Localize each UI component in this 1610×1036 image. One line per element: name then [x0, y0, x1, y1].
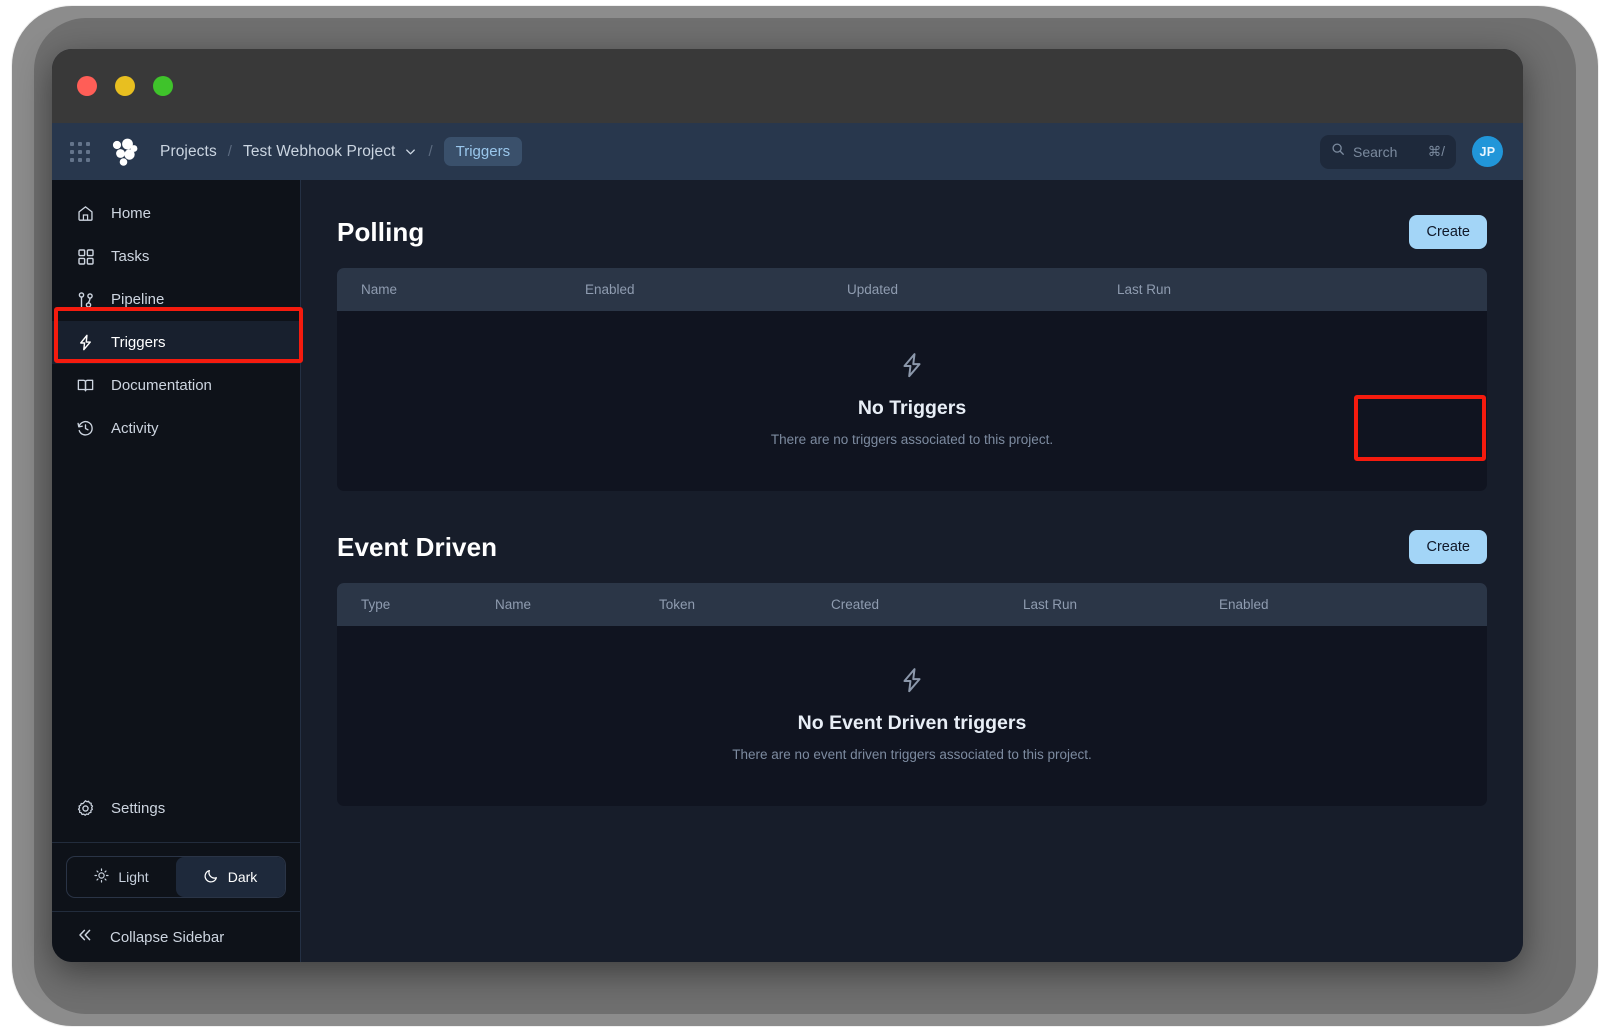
breadcrumb-separator: /	[228, 143, 232, 160]
grape-cluster-logo[interactable]	[106, 137, 138, 167]
sidebar-item-label: Activity	[111, 420, 159, 437]
theme-option-label: Dark	[228, 869, 258, 885]
polling-table: Name Enabled Updated Last Run No Trigger…	[337, 268, 1487, 491]
polling-column-name: Name	[337, 282, 583, 297]
gear-icon	[76, 799, 95, 818]
polling-title: Polling	[337, 217, 424, 248]
grid-dots-icon[interactable]	[70, 142, 90, 162]
sidebar: Home Tasks	[52, 180, 301, 962]
breadcrumb-separator-2: /	[428, 143, 432, 160]
collapse-sidebar-button[interactable]: Collapse Sidebar	[52, 912, 300, 962]
search-input[interactable]: Search ⌘/	[1320, 135, 1456, 169]
topbar-right-cluster: Search ⌘/ JP	[1320, 135, 1503, 169]
theme-toggle[interactable]: Light Dark	[66, 856, 286, 898]
sidebar-item-activity[interactable]: Activity	[52, 407, 300, 450]
app-body: Home Tasks	[52, 180, 1523, 962]
polling-empty-state: No Triggers There are no triggers associ…	[337, 311, 1487, 491]
sidebar-item-label: Tasks	[111, 248, 149, 265]
app-window: Projects / Test Webhook Project / Trigge…	[52, 49, 1523, 962]
polling-column-lastrun: Last Run	[1115, 282, 1375, 297]
event-column-name: Name	[493, 597, 657, 612]
event-driven-create-button[interactable]: Create	[1409, 530, 1487, 564]
theme-option-label: Light	[118, 869, 148, 885]
top-navigation-bar: Projects / Test Webhook Project / Trigge…	[52, 123, 1523, 180]
search-icon	[1331, 142, 1345, 161]
minimize-window-button[interactable]	[115, 76, 135, 96]
sidebar-item-label: Pipeline	[111, 291, 164, 308]
event-column-lastrun: Last Run	[1021, 597, 1217, 612]
sidebar-item-label: Documentation	[111, 377, 212, 394]
polling-column-enabled: Enabled	[583, 282, 845, 297]
sidebar-item-settings[interactable]: Settings	[52, 787, 300, 830]
sidebar-item-pipeline[interactable]: Pipeline	[52, 278, 300, 321]
search-shortcut-hint: ⌘/	[1428, 144, 1445, 160]
grid-squares-icon	[76, 247, 95, 266]
event-column-created: Created	[829, 597, 1021, 612]
lightning-bolt-icon	[76, 333, 95, 352]
breadcrumb-project[interactable]: Test Webhook Project	[243, 143, 395, 161]
sidebar-footer: Settings	[52, 787, 300, 962]
polling-table-header-row: Name Enabled Updated Last Run	[337, 268, 1487, 311]
git-branch-icon	[76, 290, 95, 309]
search-placeholder-text: Search	[1353, 144, 1420, 160]
event-driven-empty-subtitle: There are no event driven triggers assoc…	[337, 747, 1487, 762]
maximize-window-button[interactable]	[153, 76, 173, 96]
event-driven-title: Event Driven	[337, 532, 497, 563]
sidebar-item-label: Home	[111, 205, 151, 222]
event-driven-table: Type Name Token Created Last Run Enabled…	[337, 583, 1487, 806]
breadcrumb-projects[interactable]: Projects	[160, 143, 217, 161]
polling-empty-title: No Triggers	[337, 397, 1487, 420]
polling-empty-subtitle: There are no triggers associated to this…	[337, 432, 1487, 447]
event-column-type: Type	[337, 597, 493, 612]
window-titlebar	[52, 49, 1523, 123]
main-content: Polling Create Name Enabled Updated Last…	[301, 180, 1523, 962]
double-chevron-left-icon	[76, 926, 94, 948]
lightning-bolt-icon	[337, 351, 1487, 384]
moon-icon	[204, 868, 219, 886]
sidebar-item-tasks[interactable]: Tasks	[52, 235, 300, 278]
book-open-icon	[76, 376, 95, 395]
sidebar-nav-list: Home Tasks	[52, 180, 300, 450]
sidebar-item-home[interactable]: Home	[52, 192, 300, 235]
event-driven-table-header-row: Type Name Token Created Last Run Enabled	[337, 583, 1487, 626]
breadcrumb-current-triggers[interactable]: Triggers	[444, 137, 522, 166]
lightning-bolt-icon	[337, 666, 1487, 699]
user-avatar[interactable]: JP	[1472, 136, 1503, 167]
event-driven-section-header: Event Driven Create	[337, 521, 1487, 573]
sidebar-divider-top	[52, 842, 300, 843]
sidebar-item-documentation[interactable]: Documentation	[52, 364, 300, 407]
event-column-token: Token	[657, 597, 829, 612]
event-column-enabled: Enabled	[1217, 597, 1377, 612]
chevron-down-icon[interactable]	[404, 145, 417, 158]
polling-create-button[interactable]: Create	[1409, 215, 1487, 249]
sun-icon	[94, 868, 109, 886]
event-driven-empty-title: No Event Driven triggers	[337, 712, 1487, 735]
clock-history-icon	[76, 419, 95, 438]
theme-option-light[interactable]: Light	[67, 857, 176, 897]
polling-column-updated: Updated	[845, 282, 1115, 297]
event-driven-empty-state: No Event Driven triggers There are no ev…	[337, 626, 1487, 806]
home-icon	[76, 204, 95, 223]
sidebar-item-triggers[interactable]: Triggers	[52, 321, 300, 364]
sidebar-item-label: Triggers	[111, 334, 165, 351]
close-window-button[interactable]	[77, 76, 97, 96]
theme-option-dark[interactable]: Dark	[176, 857, 285, 897]
polling-section-header: Polling Create	[337, 206, 1487, 258]
sidebar-item-label: Settings	[111, 800, 165, 817]
collapse-sidebar-label: Collapse Sidebar	[110, 929, 224, 946]
